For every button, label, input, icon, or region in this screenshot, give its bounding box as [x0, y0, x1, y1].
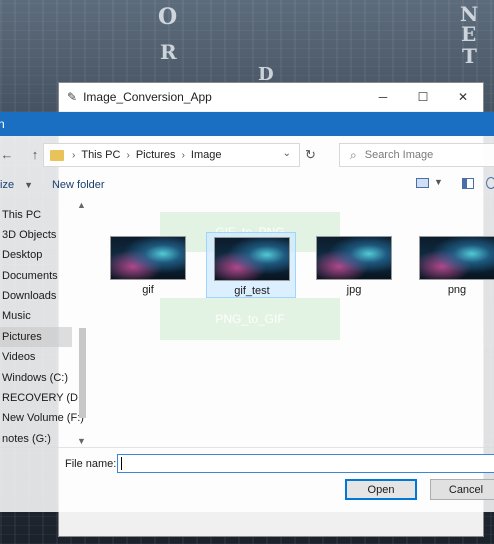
- breadcrumb-image[interactable]: Image: [191, 149, 222, 161]
- nav-item-downloads[interactable]: Downloads: [0, 286, 72, 306]
- nav-item-documents[interactable]: Documents: [0, 266, 72, 286]
- divider: [0, 447, 494, 448]
- file-item-gif[interactable]: gif: [103, 232, 193, 298]
- up-arrow-icon[interactable]: ↑: [26, 147, 44, 162]
- maximize-button[interactable]: ☐: [403, 83, 443, 111]
- text-caret: [121, 457, 122, 470]
- nav-item-3d-objects[interactable]: 3D Objects: [0, 225, 72, 245]
- dialog-toolbar: ize ▼ New folder ▼: [0, 176, 494, 194]
- nav-item-videos[interactable]: Videos: [0, 347, 72, 367]
- dialog-titlebar: n: [0, 112, 494, 136]
- nav-item-this-pc[interactable]: This PC: [0, 205, 72, 225]
- file-name-label: png: [447, 284, 467, 296]
- refresh-icon[interactable]: ↻: [305, 147, 316, 163]
- breadcrumb-this-pc[interactable]: This PC: [81, 149, 120, 161]
- app-title: Image_Conversion_App: [83, 90, 212, 104]
- file-name-label: gif_test: [234, 285, 270, 297]
- back-arrow-icon[interactable]: ←: [0, 147, 16, 162]
- open-button[interactable]: Open: [345, 479, 417, 500]
- filename-input[interactable]: [117, 454, 494, 473]
- address-bar-row: ← ↑ › This PC › Pictures › Image ⌄ ↻ ⌕ S…: [0, 143, 494, 167]
- cancel-button[interactable]: Cancel: [430, 479, 494, 500]
- scroll-down-icon[interactable]: ▼: [77, 436, 86, 446]
- filename-label: File name:: [65, 458, 117, 470]
- image-thumbnail: [214, 237, 290, 281]
- minimize-button[interactable]: ─: [363, 83, 403, 111]
- preview-pane-icon[interactable]: [462, 178, 474, 189]
- file-name-label: jpg: [346, 284, 362, 296]
- nav-item-recovery-d[interactable]: RECOVERY (D:): [0, 388, 85, 408]
- folder-icon: [50, 149, 64, 161]
- nav-item-notes-g[interactable]: notes (G:): [0, 429, 72, 449]
- file-item-png[interactable]: png: [412, 232, 494, 298]
- dialog-title: n: [0, 117, 5, 131]
- nav-item-pictures[interactable]: Pictures: [0, 327, 72, 347]
- search-icon: ⌕: [350, 147, 357, 162]
- scroll-up-icon[interactable]: ▲: [77, 200, 86, 210]
- new-folder-button[interactable]: New folder: [52, 179, 105, 191]
- file-item-gif-test[interactable]: gif_test: [206, 232, 296, 298]
- image-thumbnail: [110, 236, 186, 280]
- address-field[interactable]: › This PC › Pictures › Image ⌄: [43, 143, 300, 167]
- image-thumbnail: [419, 236, 494, 280]
- nav-item-windows-c[interactable]: Windows (C:): [0, 368, 72, 388]
- nav-scrollbar[interactable]: ▲ ▼: [75, 198, 89, 452]
- chevron-right-icon: ›: [181, 149, 185, 161]
- chevron-down-icon[interactable]: ⌄: [283, 148, 291, 159]
- chevron-down-icon[interactable]: ▼: [434, 177, 443, 187]
- view-options-icon[interactable]: [416, 178, 429, 188]
- chevron-down-icon[interactable]: ▼: [24, 180, 33, 190]
- search-input[interactable]: ⌕ Search Image: [339, 143, 494, 167]
- chevron-right-icon: ›: [72, 149, 76, 161]
- scrollbar-thumb[interactable]: [79, 328, 86, 418]
- chevron-right-icon: ›: [126, 149, 130, 161]
- image-thumbnail: [316, 236, 392, 280]
- breadcrumb-pictures[interactable]: Pictures: [136, 149, 176, 161]
- search-placeholder: Search Image: [364, 149, 434, 161]
- open-file-dialog: n ← ↑ › This PC › Pictures › Image ⌄ ↻ ⌕…: [0, 112, 494, 512]
- file-item-jpg[interactable]: jpg: [309, 232, 399, 298]
- navigation-pane: This PC 3D Objects Desktop Documents Dow…: [0, 198, 90, 452]
- nav-item-music[interactable]: Music: [0, 306, 72, 326]
- png-to-gif-button[interactable]: PNG_to_GIF: [160, 298, 340, 340]
- organize-button[interactable]: ize: [0, 179, 14, 191]
- file-name-label: gif: [142, 284, 154, 296]
- close-button[interactable]: ✕: [443, 83, 483, 111]
- nav-item-desktop[interactable]: Desktop: [0, 245, 72, 265]
- help-icon[interactable]: [486, 177, 494, 189]
- nav-item-new-volume-f[interactable]: New Volume (F:): [0, 408, 84, 428]
- feather-icon: ✎: [67, 90, 78, 104]
- app-titlebar: ✎ Image_Conversion_App ─ ☐ ✕: [59, 83, 483, 111]
